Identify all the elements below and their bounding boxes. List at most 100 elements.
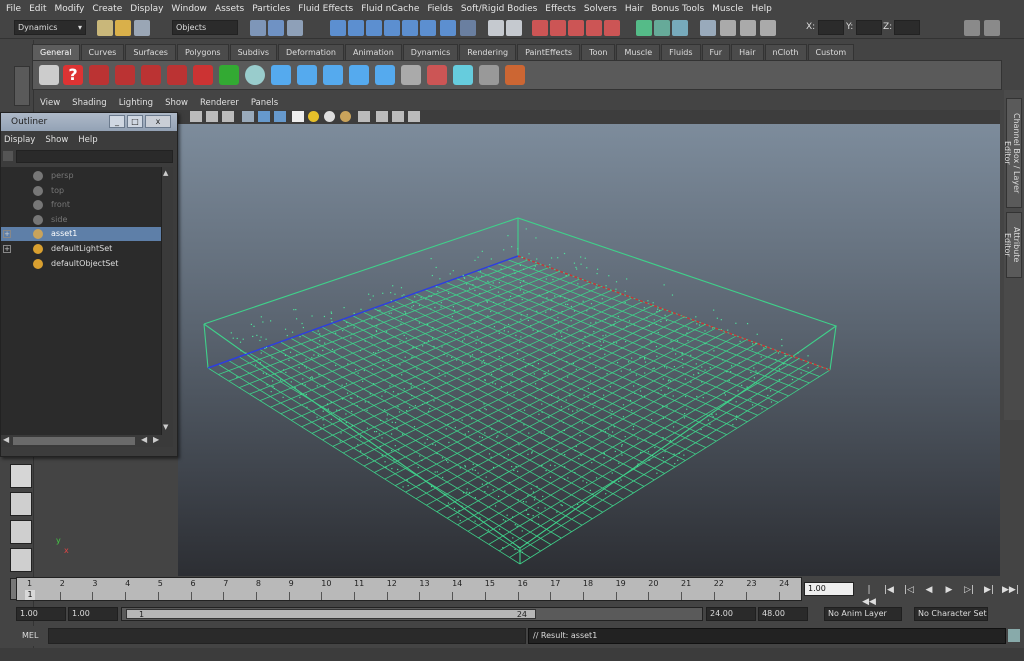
- scroll-right-icon-1[interactable]: ◀: [141, 435, 147, 444]
- script-editor-icon[interactable]: [1008, 629, 1020, 642]
- scene-start-field[interactable]: 1.00: [16, 607, 66, 621]
- perspective-viewport[interactable]: y x: [56, 124, 1000, 576]
- outliner-item[interactable]: front: [1, 198, 161, 212]
- outliner-item[interactable]: side: [1, 213, 161, 227]
- sphere-icon[interactable]: [245, 65, 265, 85]
- xray-icon[interactable]: [376, 111, 388, 122]
- cluster-icon-1[interactable]: [271, 65, 291, 85]
- menu-help[interactable]: Help: [751, 4, 772, 14]
- hypershade-icon[interactable]: [760, 20, 776, 36]
- checker-icon[interactable]: [292, 111, 304, 122]
- textured-icon[interactable]: [258, 111, 270, 122]
- mask-icon-3[interactable]: [366, 20, 382, 36]
- list-icon[interactable]: [401, 65, 421, 85]
- outliner-menu-display[interactable]: Display: [4, 135, 35, 145]
- menu-bonus-tools[interactable]: Bonus Tools: [651, 4, 704, 14]
- arrow-down-icon[interactable]: [219, 65, 239, 85]
- play-backward-icon[interactable]: ◀: [922, 584, 936, 596]
- render-globals-icon[interactable]: [740, 20, 756, 36]
- maximize-button[interactable]: □: [127, 115, 143, 128]
- smooth-shade-icon[interactable]: [242, 111, 254, 122]
- command-input[interactable]: [48, 628, 526, 644]
- outliner-horizontal-scrollbar[interactable]: ◀ ◀ ▶: [1, 435, 173, 447]
- render-view-icon[interactable]: [700, 20, 716, 36]
- cluster-icon-5[interactable]: [375, 65, 395, 85]
- expand-icon[interactable]: +: [3, 245, 11, 253]
- go-to-start-icon[interactable]: |◀◀: [862, 584, 876, 607]
- menu-soft-rigid-bodies[interactable]: Soft/Rigid Bodies: [461, 4, 537, 14]
- help-mask-icon[interactable]: [460, 20, 476, 36]
- grid-icon[interactable]: [206, 111, 218, 122]
- menu-modify[interactable]: Modify: [55, 4, 85, 14]
- history-icon[interactable]: [636, 20, 652, 36]
- film-gate-icon[interactable]: [222, 111, 234, 122]
- shelf-tab-general[interactable]: General: [32, 44, 80, 60]
- character-set-dropdown[interactable]: No Character Set: [914, 607, 988, 621]
- xray-joints-icon[interactable]: [392, 111, 404, 122]
- cluster-icon-2[interactable]: [297, 65, 317, 85]
- current-time-marker[interactable]: 1: [25, 590, 35, 600]
- mask-icon-7[interactable]: [440, 20, 456, 36]
- expand-icon[interactable]: +: [3, 230, 11, 239]
- mask-icon-1[interactable]: [330, 20, 346, 36]
- minimize-button[interactable]: _: [109, 115, 125, 128]
- camera-icon-3[interactable]: [141, 65, 161, 85]
- select-object-icon[interactable]: [268, 20, 284, 36]
- camera-icon-1[interactable]: [89, 65, 109, 85]
- menuset-dropdown[interactable]: Dynamics ▾: [14, 20, 86, 35]
- scroll-left-icon[interactable]: ◀: [3, 435, 9, 444]
- shelf-tab-hair[interactable]: Hair: [731, 44, 764, 60]
- shelf-options-handle[interactable]: [14, 66, 30, 106]
- single-perspective-layout-icon[interactable]: [10, 464, 32, 488]
- time-slider[interactable]: 1 2 3 4 5 6 7 8 9 10 11 12 13 14 15 16 17 18 19 20 21 22 23 24 1: [16, 577, 802, 601]
- outliner-menu-help[interactable]: Help: [78, 135, 97, 145]
- z-field[interactable]: [894, 20, 920, 35]
- save-scene-icon[interactable]: [134, 20, 150, 36]
- fluid-icon[interactable]: [453, 65, 473, 85]
- new-scene-icon[interactable]: [97, 20, 113, 36]
- shelf-tab-animation[interactable]: Animation: [344, 44, 402, 60]
- step-back-key-icon[interactable]: |◀: [882, 584, 896, 596]
- help-question-icon[interactable]: ?: [63, 65, 83, 85]
- menu-display[interactable]: Display: [130, 4, 163, 14]
- magnet-icon[interactable]: [193, 65, 213, 85]
- outliner-filter-field[interactable]: [16, 150, 173, 163]
- render-settings-icon[interactable]: [672, 20, 688, 36]
- viewport-menu-renderer[interactable]: Renderer: [200, 98, 239, 108]
- all-lights-icon[interactable]: [340, 111, 351, 122]
- shelf-tab-custom[interactable]: Custom: [807, 44, 855, 60]
- current-frame-field[interactable]: 1.00: [804, 582, 854, 596]
- range-slider-thumb[interactable]: 1 24: [126, 609, 536, 619]
- go-to-end-icon[interactable]: ▶▶|: [1002, 584, 1019, 596]
- shelf-tab-polygons[interactable]: Polygons: [176, 44, 229, 60]
- paint-brush-icon[interactable]: [505, 65, 525, 85]
- open-scene-icon[interactable]: [115, 20, 131, 36]
- cluster-icon-3[interactable]: [323, 65, 343, 85]
- step-forward-key-icon[interactable]: ▶|: [982, 584, 996, 596]
- lock-selection-icon[interactable]: [488, 20, 504, 36]
- default-light-icon[interactable]: [308, 111, 319, 122]
- menu-file[interactable]: File: [6, 4, 21, 14]
- play-forward-icon[interactable]: ▶: [942, 584, 956, 596]
- select-component-icon[interactable]: [287, 20, 303, 36]
- menu-window[interactable]: Window: [171, 4, 207, 14]
- mask-icon-5[interactable]: [402, 20, 418, 36]
- share-icon[interactable]: [408, 111, 420, 122]
- scene-end-field[interactable]: 48.00: [758, 607, 808, 621]
- viewport-menu-lighting[interactable]: Lighting: [119, 98, 153, 108]
- mask-icon-6[interactable]: [420, 20, 436, 36]
- playback-start-field[interactable]: 1.00: [68, 607, 118, 621]
- step-forward-frame-icon[interactable]: ▷|: [962, 584, 976, 596]
- menu-fields[interactable]: Fields: [427, 4, 452, 14]
- x-field[interactable]: [818, 20, 844, 35]
- film-reel-icon[interactable]: [39, 65, 59, 85]
- menu-hair[interactable]: Hair: [625, 4, 643, 14]
- step-back-frame-icon[interactable]: |◁: [902, 584, 916, 596]
- select-hierarchy-icon[interactable]: [250, 20, 266, 36]
- mask-icon-2[interactable]: [348, 20, 364, 36]
- particle-icon[interactable]: [427, 65, 447, 85]
- menu-fluid-effects[interactable]: Fluid Effects: [298, 4, 353, 14]
- shelf-tab-ncloth[interactable]: nCloth: [764, 44, 807, 60]
- viewport-menu-panels[interactable]: Panels: [251, 98, 278, 108]
- viewport-menu-view[interactable]: View: [40, 98, 60, 108]
